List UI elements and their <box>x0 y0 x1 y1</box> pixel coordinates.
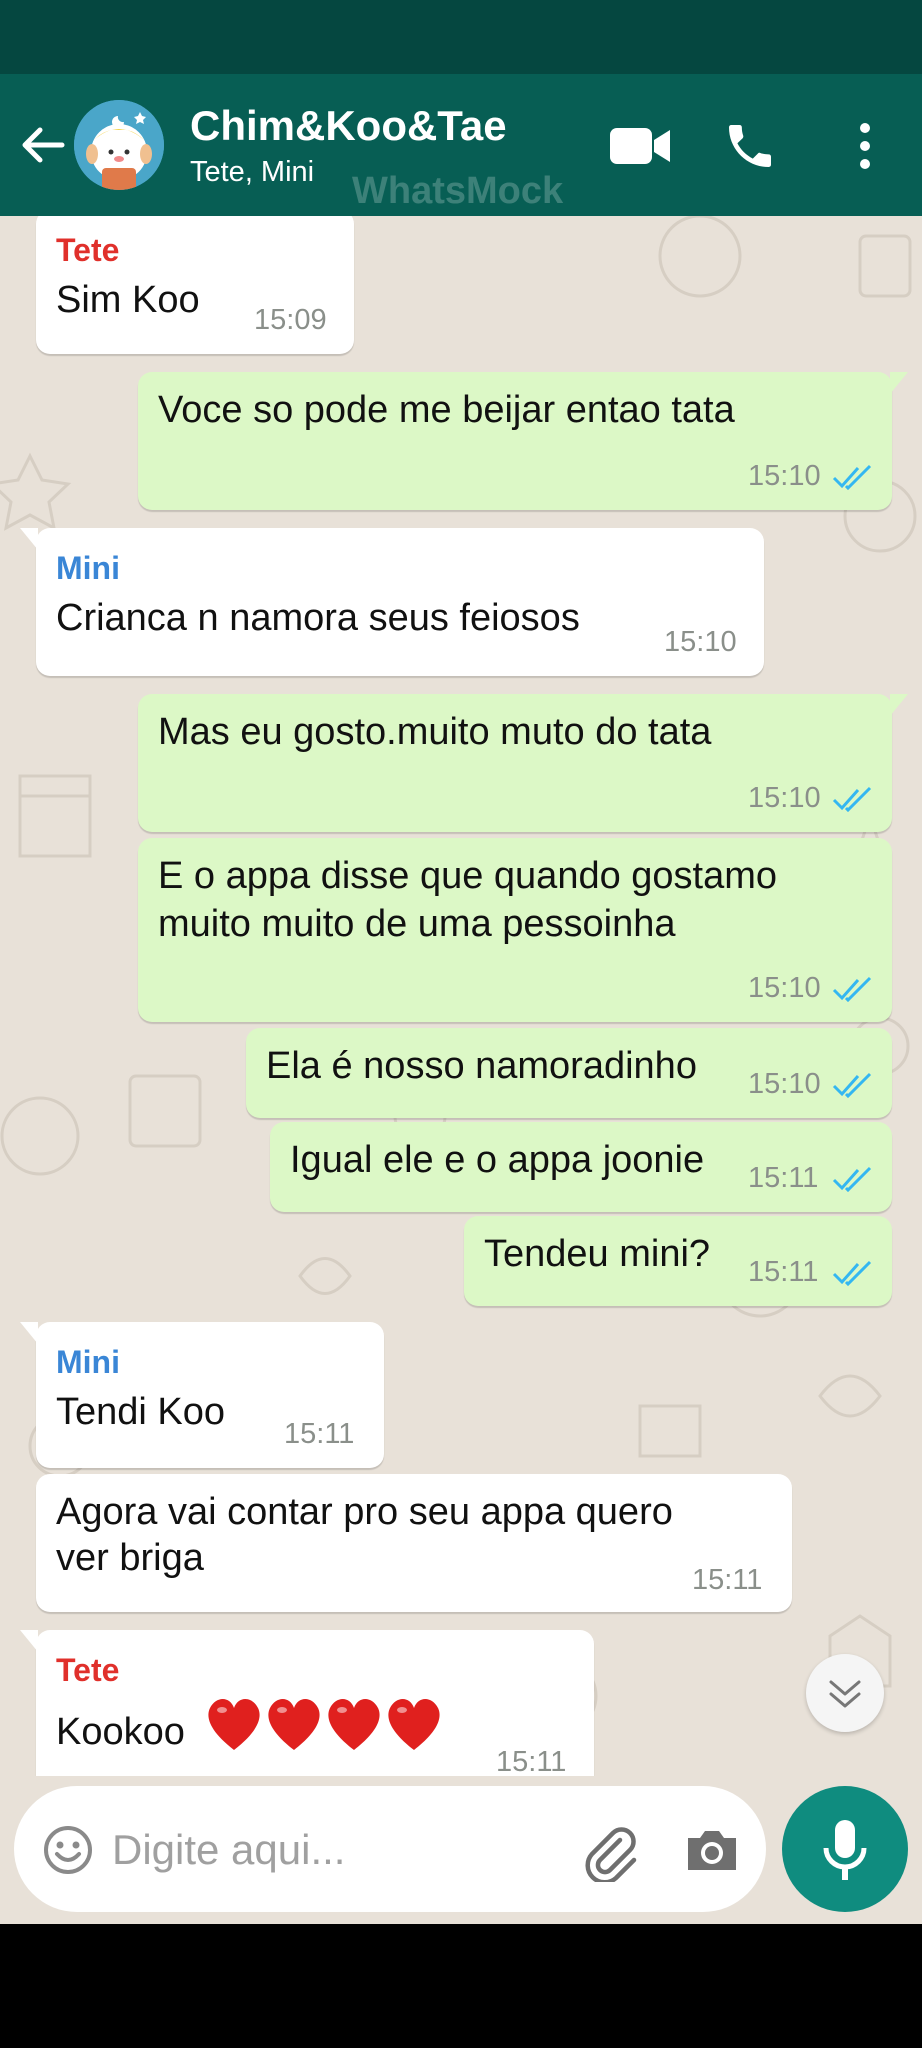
message-composer <box>0 1776 922 1924</box>
read-ticks-icon <box>832 464 872 490</box>
emoji-button[interactable] <box>42 1824 94 1876</box>
phone-icon <box>729 125 771 167</box>
paperclip-icon <box>585 1827 637 1885</box>
chat-header: Chim&Koo&Tae Tete, Mini WhatsMock <box>0 74 922 216</box>
message-time: 15:11 <box>748 1162 819 1194</box>
back-button[interactable] <box>18 120 68 170</box>
read-ticks-icon <box>832 976 872 1002</box>
message-sender: Mini <box>56 1344 120 1380</box>
system-nav-bar <box>0 1924 922 2048</box>
message-time: 15:11 <box>748 1256 819 1288</box>
chat-area[interactable]: Tete Sim Koo 15:09 Voce so pode me beija… <box>0 216 922 1776</box>
message-text: Tendeu mini? <box>484 1233 711 1275</box>
message-sender: Mini <box>56 550 120 586</box>
message-bubble[interactable]: Igual ele e o appa joonie 15:11 <box>270 1122 892 1212</box>
message-text-line: E o appa disse que quando gostamo <box>158 855 778 897</box>
more-vertical-icon <box>860 123 870 169</box>
more-options-button[interactable] <box>850 120 880 172</box>
microphone-button[interactable] <box>782 1786 908 1912</box>
message-text: Igual ele e o appa joonie <box>290 1139 705 1181</box>
message-time: 15:10 <box>748 782 821 814</box>
message-bubble[interactable]: Tete Kookoo 15:11 <box>20 1630 594 1776</box>
emoji-icon <box>44 1826 92 1874</box>
message-text: Mas eu gosto.muito muto do tata <box>158 711 712 753</box>
arrow-left-icon <box>22 127 65 163</box>
message-text: Sim Koo <box>56 279 200 321</box>
message-input-box[interactable] <box>14 1786 766 1912</box>
message-sender: Tete <box>56 1652 120 1688</box>
message-input[interactable] <box>112 1820 472 1880</box>
message-text: Crianca n namora seus feiosos <box>56 597 580 639</box>
message-time: 15:10 <box>748 1068 821 1100</box>
read-ticks-icon <box>832 1072 872 1098</box>
message-bubble[interactable]: Voce so pode me beijar entao tata 15:10 <box>138 372 908 510</box>
message-sender: Tete <box>56 232 120 268</box>
camera-button[interactable] <box>684 1826 740 1874</box>
heart-emoji-icon <box>208 1699 440 1750</box>
message-bubble[interactable]: Tete Sim Koo 15:09 <box>36 216 354 354</box>
message-time: 15:10 <box>664 626 737 658</box>
camera-icon <box>688 1831 736 1870</box>
message-text: Ela é nosso namoradinho <box>266 1045 697 1087</box>
read-ticks-icon <box>832 1166 872 1192</box>
message-text-line: Agora vai contar pro seu appa quero <box>56 1491 673 1533</box>
watermark: WhatsMock <box>352 170 564 212</box>
microphone-icon <box>823 1820 867 1880</box>
message-time: 15:10 <box>748 972 821 1004</box>
read-ticks-icon <box>832 1260 872 1286</box>
message-time: 15:09 <box>254 304 327 336</box>
attach-button[interactable] <box>580 1822 640 1885</box>
voice-call-button[interactable] <box>722 118 778 174</box>
message-bubble[interactable]: Tendeu mini? 15:11 <box>464 1216 892 1306</box>
video-call-button[interactable] <box>608 124 672 168</box>
group-avatar-image <box>74 100 164 190</box>
message-text: Tendi Koo <box>56 1391 226 1433</box>
message-text: Voce so pode me beijar entao tata <box>158 389 735 431</box>
message-time: 15:11 <box>496 1746 567 1776</box>
chat-title[interactable]: Chim&Koo&Tae <box>190 102 507 150</box>
read-ticks-icon <box>832 786 872 812</box>
message-bubble[interactable]: Mas eu gosto.muito muto do tata 15:10 <box>138 694 908 832</box>
message-bubble[interactable]: Ela é nosso namoradinho 15:10 <box>246 1028 892 1118</box>
message-text: Kookoo <box>56 1711 185 1753</box>
message-time: 15:10 <box>748 460 821 492</box>
avatar[interactable] <box>74 100 164 190</box>
video-camera-icon <box>610 128 670 164</box>
chevron-double-down-icon <box>829 1680 861 1708</box>
status-bar <box>0 0 922 74</box>
message-time: 15:11 <box>284 1418 355 1450</box>
message-text-line: ver briga <box>56 1537 204 1579</box>
message-bubble[interactable]: Mini Tendi Koo 15:11 <box>20 1322 384 1468</box>
message-bubble[interactable]: E o appa disse que quando gostamo muito … <box>138 838 892 1022</box>
message-time: 15:11 <box>692 1564 763 1596</box>
message-bubble[interactable]: Mini Crianca n namora seus feiosos 15:10 <box>20 528 764 676</box>
message-bubble[interactable]: Agora vai contar pro seu appa quero ver … <box>36 1474 792 1612</box>
scroll-to-bottom-button[interactable] <box>806 1654 884 1732</box>
message-text-line: muito muito de uma pessoinha <box>158 903 676 945</box>
chat-participants[interactable]: Tete, Mini <box>190 156 314 189</box>
